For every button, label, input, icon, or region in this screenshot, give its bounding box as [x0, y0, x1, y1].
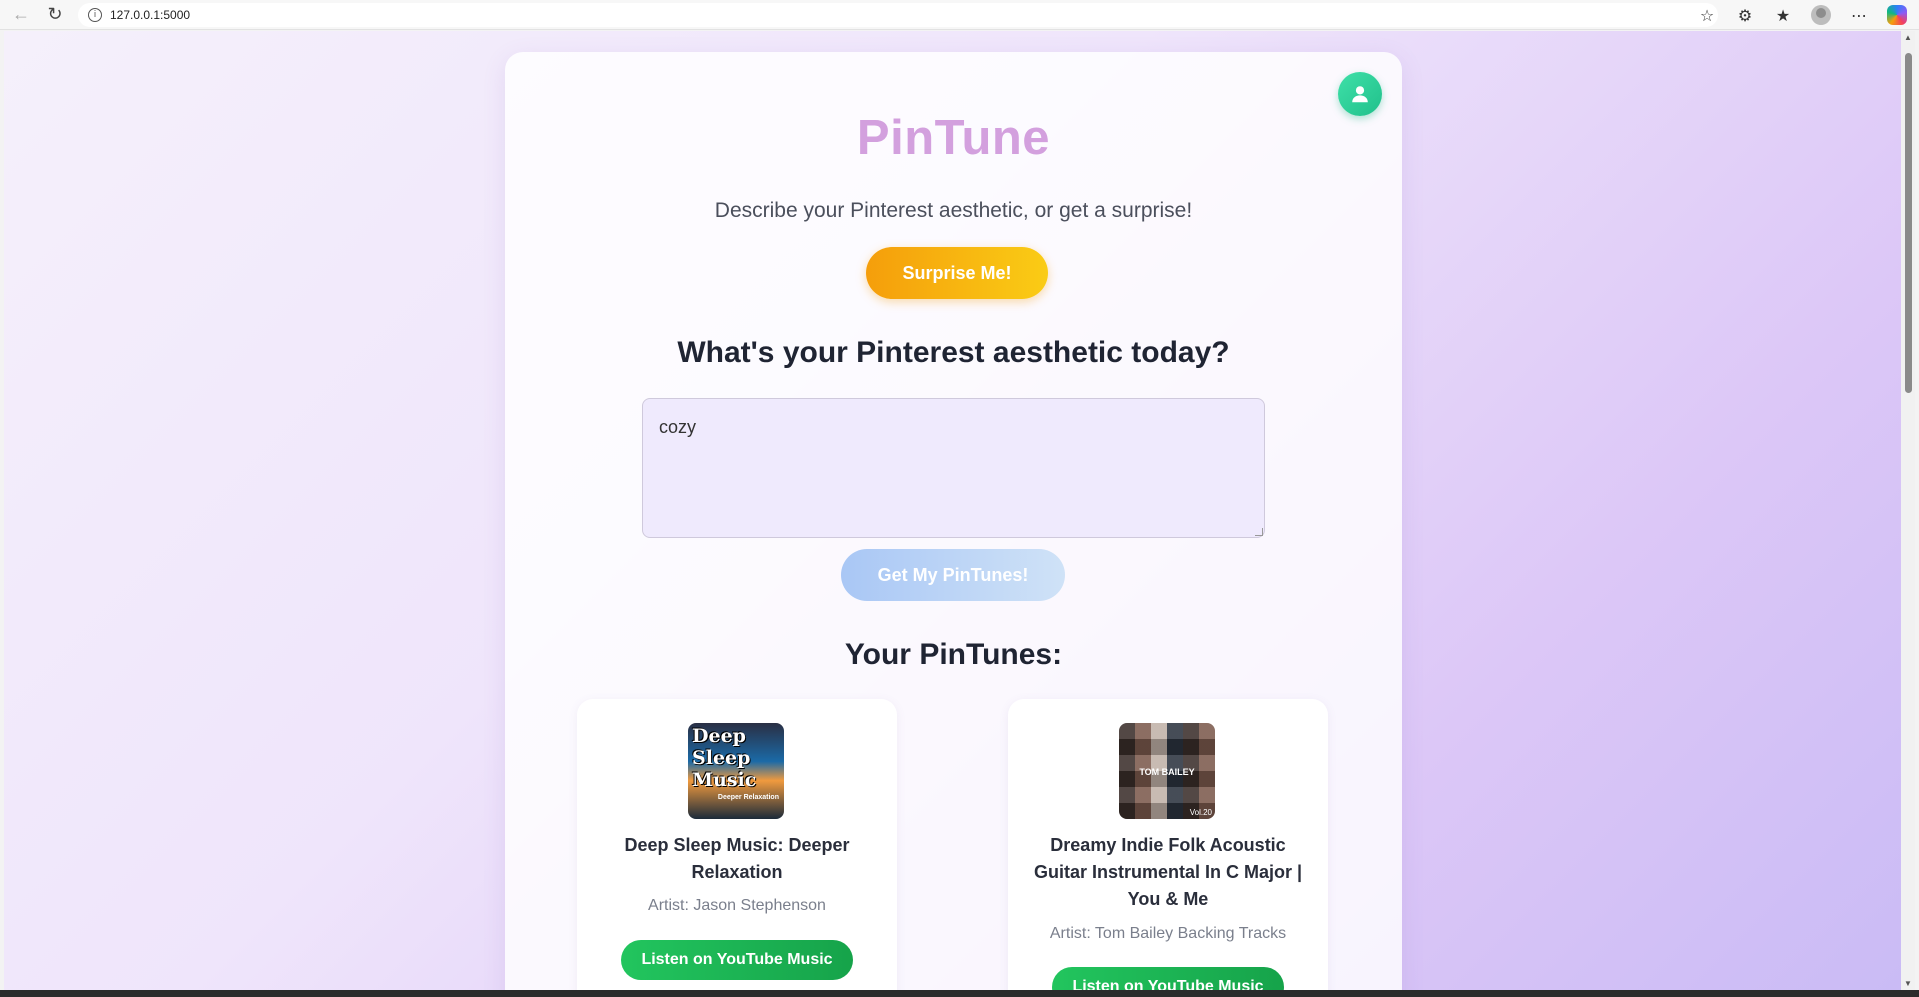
user-icon: [1352, 86, 1368, 103]
aesthetic-question: What's your Pinterest aesthetic today?: [677, 336, 1230, 369]
song-title: Dreamy Indie Folk Acoustic Guitar Instru…: [1033, 835, 1303, 909]
cover-text-line: Deep: [692, 725, 746, 747]
cover-volume: Vol.20: [1189, 808, 1212, 817]
result-card: Deep Sleep Music Deeper Relaxation Deep …: [577, 699, 897, 990]
app-title: PinTune: [856, 111, 1051, 165]
get-pintunes-button[interactable]: Get My PinTunes!: [841, 549, 1065, 601]
listen-youtube-music-button[interactable]: Listen on YouTube Music: [1052, 967, 1284, 990]
vertical-scrollbar[interactable]: ▲ ▼: [1901, 31, 1915, 990]
cover-text-line: Sleep: [692, 747, 751, 769]
more-menu-icon[interactable]: ⋯: [1845, 1, 1873, 29]
copilot-icon[interactable]: [1883, 1, 1911, 29]
favorites-icon[interactable]: ★: [1769, 1, 1797, 29]
cover-text-line: Music: [692, 769, 757, 791]
app-subtitle: Describe your Pinterest aesthetic, or ge…: [714, 199, 1193, 222]
album-cover: TOM BAILEY Vol.20: [1119, 723, 1215, 819]
result-card: TOM BAILEY Vol.20 Dreamy Indie Folk Acou…: [1008, 699, 1328, 990]
cover-text: TOM BAILEY: [1139, 767, 1195, 777]
main-card: PinTune Describe your Pinterest aestheti…: [505, 52, 1402, 990]
scroll-up-icon[interactable]: ▲: [1903, 33, 1913, 42]
cover-subtitle: Deeper Relaxation: [717, 794, 779, 801]
scroll-thumb[interactable]: [1905, 53, 1912, 393]
surprise-me-button[interactable]: Surprise Me!: [866, 247, 1048, 299]
address-bar[interactable]: i 127.0.0.1:5000: [78, 2, 1718, 27]
info-icon[interactable]: i: [88, 7, 102, 22]
listen-youtube-music-button[interactable]: Listen on YouTube Music: [621, 940, 853, 980]
extensions-icon[interactable]: ⚙: [1731, 1, 1759, 29]
results-heading: Your PinTunes:: [844, 638, 1063, 671]
profile-icon[interactable]: [1807, 1, 1835, 29]
song-artist: Artist: Tom Bailey Backing Tracks: [1049, 925, 1287, 942]
scroll-down-icon[interactable]: ▼: [1903, 979, 1913, 988]
resize-handle-icon[interactable]: [1255, 528, 1263, 536]
page-viewport: PinTune Describe your Pinterest aestheti…: [4, 31, 1901, 990]
reload-icon[interactable]: ↻: [38, 0, 72, 30]
song-artist: Artist: Jason Stephenson: [648, 897, 826, 914]
url-text: 127.0.0.1:5000: [110, 7, 191, 22]
star-icon[interactable]: ☆: [1693, 1, 1721, 29]
song-title: Deep Sleep Music: Deeper Relaxation: [624, 835, 850, 882]
album-cover: Deep Sleep Music Deeper Relaxation: [688, 723, 784, 819]
taskbar-edge: [0, 990, 1919, 997]
back-arrow-icon[interactable]: ←: [4, 0, 38, 30]
browser-toolbar: ← ↻ i 127.0.0.1:5000 ☆ ⚙ ★ ⋯: [0, 0, 1919, 30]
aesthetic-input[interactable]: cozy: [642, 398, 1265, 538]
